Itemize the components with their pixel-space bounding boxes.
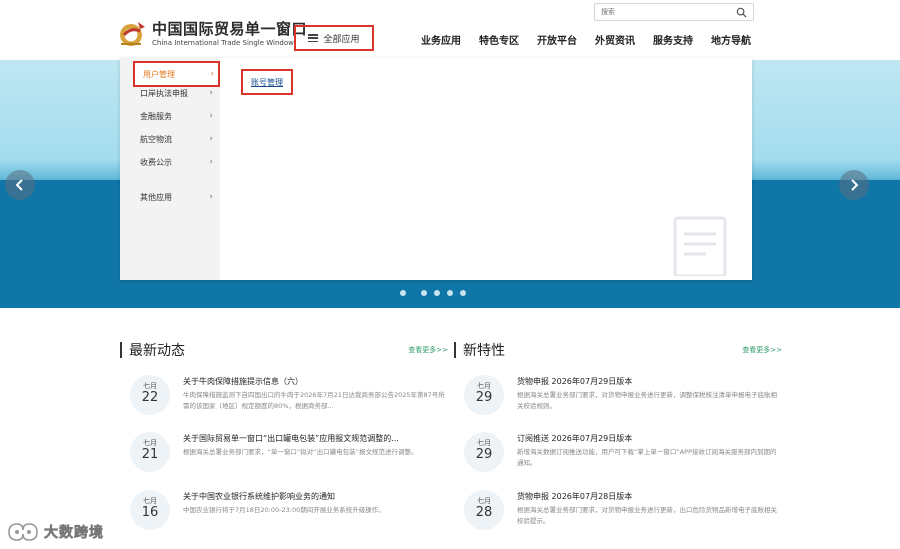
nav-local-navigation[interactable]: 地方导航 [702, 32, 760, 47]
date-badge: 七月 29 [464, 375, 504, 415]
watermark-logo-icon [8, 523, 38, 541]
news-item[interactable]: 七月 29 货物申报 2026年07月29日版本 根据海关总署业务部门要求，对货… [454, 375, 784, 423]
news-summary: 新增海关数据订阅推送功能，用户可下载“掌上单一窗口”APP接收订阅海关服务部内到… [517, 448, 777, 467]
chevron-right-icon: › [210, 69, 214, 79]
date-day: 29 [475, 447, 493, 462]
chevron-right-icon: › [209, 134, 213, 144]
news-title[interactable]: 关于牛肉保障措施提示信息（六） [183, 376, 448, 387]
date-badge: 七月 16 [130, 490, 170, 530]
search-input[interactable] [601, 5, 731, 19]
menu-category-fee-disclosure[interactable]: 收费公示 › [132, 152, 217, 172]
news-title[interactable]: 关于中国农业银行系统维护影响业务的通知 [183, 491, 448, 502]
section-marker [454, 342, 456, 358]
news-title[interactable]: 货物申报 2026年07月29日版本 [517, 376, 782, 387]
site-header: 中国国际贸易单一窗口 China International Trade Sin… [0, 0, 900, 60]
menu-icon [308, 34, 319, 42]
news-summary: 根据海关总署业务部门要求，“单一窗口”拟对“出口罐电包装”报文规范进行调整。 [183, 448, 418, 456]
chevron-right-icon: › [209, 192, 213, 202]
chevron-left-icon [15, 179, 23, 191]
chevron-right-icon: › [209, 157, 213, 167]
menu-category-label: 航空物流 [140, 134, 172, 144]
news-item[interactable]: 七月 22 关于牛肉保障措施提示信息（六） 牛肉保障措施监测下自四国出口的牛肉于… [120, 375, 450, 423]
nav-business-apps[interactable]: 业务应用 [412, 32, 470, 47]
carousel-indicators [400, 290, 466, 296]
news-summary: 牛肉保障措施监测下自四国出口的牛肉于2026年7月21日达我商务部公告2025年… [183, 391, 445, 410]
news-summary: 根据海关总署业务部门要求，对货物申报业务进行更新，出口危险货物品新增电子底账相关… [517, 506, 777, 525]
carousel-next-button[interactable] [839, 170, 869, 200]
portal-page: 中国国际贸易单一窗口 China International Trade Sin… [0, 0, 900, 549]
menu-sub-account-management[interactable]: 账号管理 [241, 69, 293, 95]
logo-emblem-icon[interactable] [118, 18, 148, 48]
chevron-right-icon: › [209, 88, 213, 98]
logo-title[interactable]: 中国国际贸易单一窗口 [152, 18, 307, 39]
carousel-dot[interactable] [447, 290, 453, 296]
view-more-link[interactable]: 查看更多>> [742, 345, 782, 355]
menu-category-other-apps[interactable]: 其他应用 › [132, 187, 217, 207]
all-apps-label: 全部应用 [323, 34, 360, 45]
menu-category-finance[interactable]: 金融服务 › [132, 106, 217, 126]
news-title[interactable]: 订阅推送 2026年07月29日版本 [517, 433, 782, 444]
date-day: 29 [475, 390, 493, 405]
carousel-dot[interactable] [434, 290, 440, 296]
menu-category-label: 口岸执法申报 [140, 88, 188, 98]
watermark-text: 大数跨境 [44, 525, 104, 542]
news-item[interactable]: 七月 29 订阅推送 2026年07月29日版本 新增海关数据订阅推送功能，用户… [454, 432, 784, 480]
menu-category-port-declaration[interactable]: 口岸执法申报 › [132, 83, 217, 103]
logo-subtitle: China International Trade Single Window [152, 39, 294, 47]
document-icon [673, 216, 727, 276]
view-more-link[interactable]: 查看更多>> [408, 345, 448, 355]
section-header: 新特性 查看更多>> [454, 340, 784, 360]
date-day: 28 [475, 505, 493, 520]
date-badge: 七月 21 [130, 432, 170, 472]
menu-category-label: 金融服务 [140, 111, 172, 121]
watermark: 大数跨境 [6, 521, 104, 543]
section-title: 最新动态 [129, 343, 185, 359]
all-apps-dropdown: 用户管理 › 口岸执法申报 › 金融服务 › 航空物流 › 收费公示 › 其他应… [120, 58, 752, 280]
news-title[interactable]: 货物申报 2026年07月28日版本 [517, 491, 782, 502]
carousel-dot[interactable] [400, 290, 406, 296]
date-badge: 七月 29 [464, 432, 504, 472]
section-header: 最新动态 查看更多>> [120, 340, 450, 360]
chevron-right-icon: › [209, 111, 213, 121]
section-marker [120, 342, 122, 358]
news-title[interactable]: 关于国际贸易单一窗口“出口罐电包装”应用报文规范调整的... [183, 433, 448, 444]
news-item[interactable]: 七月 21 关于国际贸易单一窗口“出口罐电包装”应用报文规范调整的... 根据海… [120, 432, 450, 480]
nav-trade-news[interactable]: 外贸资讯 [586, 32, 644, 47]
search-box [594, 3, 754, 21]
chevron-right-icon [851, 179, 859, 191]
news-summary: 根据海关总署业务部门要求，对货物申报业务进行更新，调整保税核注清单申报电子底账相… [517, 391, 777, 410]
date-badge: 七月 22 [130, 375, 170, 415]
carousel-dot[interactable] [460, 290, 466, 296]
search-icon[interactable] [736, 7, 747, 18]
date-day: 21 [141, 447, 159, 462]
menu-category-label: 用户管理 [143, 69, 175, 79]
news-item[interactable]: 七月 28 货物申报 2026年07月28日版本 根据海关总署业务部门要求，对货… [454, 490, 784, 538]
menu-category-label: 其他应用 [140, 192, 172, 202]
news-item[interactable]: 七月 16 关于中国农业银行系统维护影响业务的通知 中国农业银行将于7月18日2… [120, 490, 450, 538]
nav-open-platform[interactable]: 开放平台 [528, 32, 586, 47]
all-apps-button[interactable]: 全部应用 [294, 25, 374, 51]
new-features-section: 新特性 查看更多>> 七月 29 货物申报 2026年07月29日版本 根据海关… [454, 340, 784, 530]
news-summary: 中国农业银行将于7月18日20:00-23:00期间开展业务系统升级操作。 [183, 506, 385, 514]
menu-category-label: 收费公示 [140, 157, 172, 167]
nav-special-zone[interactable]: 特色专区 [470, 32, 528, 47]
date-badge: 七月 28 [464, 490, 504, 530]
carousel-prev-button[interactable] [5, 170, 35, 200]
date-day: 22 [141, 390, 159, 405]
nav-service-support[interactable]: 服务支持 [644, 32, 702, 47]
date-day: 16 [141, 505, 159, 520]
main-nav: 业务应用 特色专区 开放平台 外贸资讯 服务支持 地方导航 [412, 32, 760, 47]
menu-category-air-logistics[interactable]: 航空物流 › [132, 129, 217, 149]
latest-news-section: 最新动态 查看更多>> 七月 22 关于牛肉保障措施提示信息（六） 牛肉保障措施… [120, 340, 450, 530]
carousel-dot[interactable] [421, 290, 427, 296]
section-title: 新特性 [463, 343, 505, 359]
